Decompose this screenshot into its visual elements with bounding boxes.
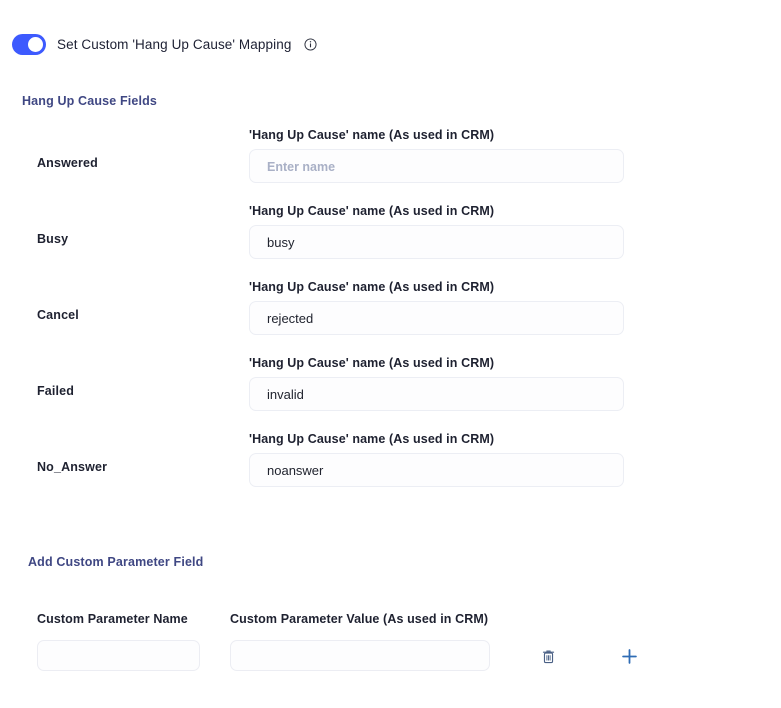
hang-up-cause-input-cancel[interactable] xyxy=(249,301,624,335)
column-caption: 'Hang Up Cause' name (As used in CRM) xyxy=(249,280,495,294)
column-caption: 'Hang Up Cause' name (As used in CRM) xyxy=(249,204,495,218)
add-custom-parameter-section-title: Add Custom Parameter Field xyxy=(28,555,204,569)
row-label-answered: Answered xyxy=(37,156,98,170)
custom-parameter-name-header: Custom Parameter Name xyxy=(37,612,188,626)
hang-up-cause-row: 'Hang Up Cause' name (As used in CRM) No… xyxy=(0,430,781,506)
hang-up-cause-input-answered[interactable] xyxy=(249,149,624,183)
column-caption: 'Hang Up Cause' name (As used in CRM) xyxy=(249,128,495,142)
custom-mapping-toggle-label: Set Custom 'Hang Up Cause' Mapping xyxy=(57,37,292,52)
hang-up-cause-row: 'Hang Up Cause' name (As used in CRM) An… xyxy=(0,126,781,202)
row-label-failed: Failed xyxy=(37,384,75,398)
row-label-cancel: Cancel xyxy=(37,308,79,322)
custom-parameter-name-input[interactable] xyxy=(37,640,200,671)
column-caption: 'Hang Up Cause' name (As used in CRM) xyxy=(249,432,495,446)
custom-mapping-toggle[interactable] xyxy=(12,34,46,55)
hang-up-cause-rows: 'Hang Up Cause' name (As used in CRM) An… xyxy=(0,126,781,506)
custom-parameter-value-input[interactable] xyxy=(230,640,490,671)
hang-up-cause-row: 'Hang Up Cause' name (As used in CRM) Fa… xyxy=(0,354,781,430)
hang-up-cause-row: 'Hang Up Cause' name (As used in CRM) Ca… xyxy=(0,278,781,354)
row-label-busy: Busy xyxy=(37,232,69,246)
hang-up-cause-input-failed[interactable] xyxy=(249,377,624,411)
column-caption: 'Hang Up Cause' name (As used in CRM) xyxy=(249,356,495,370)
row-label-no-answer: No_Answer xyxy=(37,460,108,474)
hang-up-cause-row: 'Hang Up Cause' name (As used in CRM) Bu… xyxy=(0,202,781,278)
plus-icon[interactable] xyxy=(617,644,641,668)
trash-icon[interactable] xyxy=(536,644,560,668)
hang-up-cause-input-no-answer[interactable] xyxy=(249,453,624,487)
custom-parameter-value-header: Custom Parameter Value (As used in CRM) xyxy=(230,612,489,626)
toggle-knob xyxy=(28,37,43,52)
hang-up-cause-section-title: Hang Up Cause Fields xyxy=(22,94,157,108)
info-circle-icon[interactable] xyxy=(304,38,317,51)
custom-mapping-toggle-row: Set Custom 'Hang Up Cause' Mapping xyxy=(12,34,317,55)
hang-up-cause-input-busy[interactable] xyxy=(249,225,624,259)
